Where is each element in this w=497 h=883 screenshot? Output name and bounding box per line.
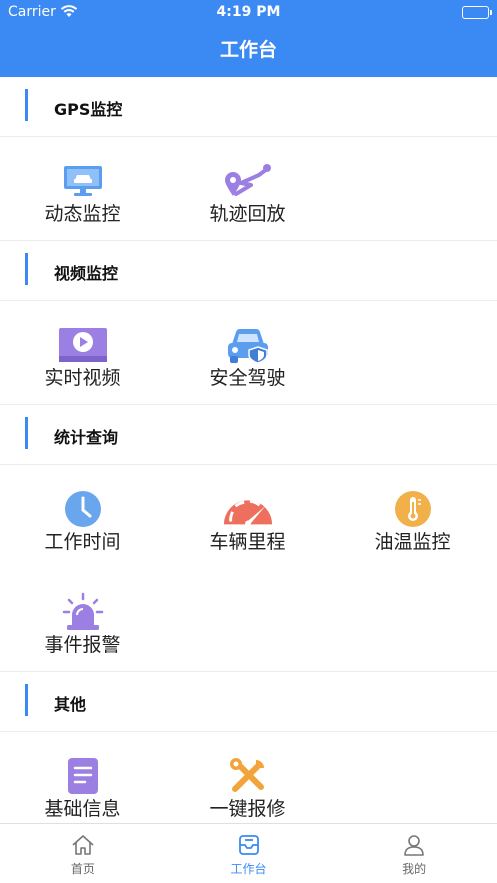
speedometer-icon [223, 489, 273, 529]
section-body-gps: 动态监控 轨迹回放 [0, 137, 497, 241]
tools-icon [223, 756, 273, 796]
section-title: 其他 [54, 695, 87, 714]
alarm-siren-icon [58, 592, 108, 632]
route-pin-icon [223, 161, 273, 201]
tile-oil-temperature[interactable]: 油温监控 [330, 465, 495, 568]
section-body-video: 实时视频 安全驾驶 [0, 301, 497, 405]
section-title: 视频监控 [54, 264, 119, 283]
tile-label: 动态监控 [44, 203, 121, 225]
section-accent-bar [25, 253, 28, 285]
document-icon [58, 756, 108, 796]
section-header-statistics: 统计查询 [0, 405, 497, 465]
tile-label: 油温监控 [374, 531, 451, 553]
monitor-car-icon [58, 161, 108, 201]
tab-label: 首页 [70, 862, 95, 876]
video-play-icon [58, 325, 108, 365]
tile-label: 一键报修 [209, 798, 286, 820]
tab-label: 我的 [402, 862, 427, 876]
section-body-statistics: 工作时间 车辆里程 油温监控 事件报警 [0, 465, 497, 672]
section-body-other: 基础信息 一键报修 [0, 732, 497, 823]
tile-basic-info[interactable]: 基础信息 [0, 732, 165, 823]
section-header-video: 视频监控 [0, 241, 497, 301]
tile-label: 基础信息 [44, 798, 121, 820]
tile-label: 实时视频 [44, 367, 121, 389]
tile-vehicle-mileage[interactable]: 车辆里程 [165, 465, 330, 568]
home-icon [71, 834, 95, 856]
tile-one-click-repair[interactable]: 一键报修 [165, 732, 330, 823]
battery-icon [462, 6, 492, 19]
section-header-other: 其他 [0, 672, 497, 732]
tab-bar: 首页 工作台 我的 [0, 823, 497, 883]
tile-label: 事件报警 [44, 634, 121, 656]
tile-event-alarm[interactable]: 事件报警 [0, 568, 165, 671]
clock-icon [58, 489, 108, 529]
workbench-icon [237, 834, 261, 856]
section-accent-bar [25, 89, 28, 121]
section-header-gps: GPS监控 [0, 77, 497, 137]
section-accent-bar [25, 417, 28, 449]
tile-work-time[interactable]: 工作时间 [0, 465, 165, 568]
tab-profile[interactable]: 我的 [331, 824, 497, 883]
tile-dynamic-monitoring[interactable]: 动态监控 [0, 137, 165, 240]
status-bar: Carrier 4:19 PM [0, 0, 497, 26]
tile-label: 轨迹回放 [209, 203, 286, 225]
tile-track-playback[interactable]: 轨迹回放 [165, 137, 330, 240]
section-title: 统计查询 [54, 428, 119, 447]
car-shield-icon [223, 325, 273, 365]
clock-time: 4:19 PM [216, 4, 281, 20]
section-title: GPS监控 [54, 100, 123, 119]
tile-label: 安全驾驶 [209, 367, 286, 389]
page-title: 工作台 [0, 26, 497, 77]
tab-home[interactable]: 首页 [0, 824, 166, 883]
tile-live-video[interactable]: 实时视频 [0, 301, 165, 404]
tile-safe-driving[interactable]: 安全驾驶 [165, 301, 330, 404]
section-accent-bar [25, 684, 28, 716]
user-icon [402, 834, 426, 856]
tile-label: 车辆里程 [209, 531, 286, 553]
tab-workbench[interactable]: 工作台 [166, 824, 332, 883]
tile-label: 工作时间 [44, 531, 121, 553]
workbench-content[interactable]: GPS监控 动态监控 轨迹回放 视频监控 实时视频 安全驾驶 统计查询 工作时间… [0, 77, 497, 823]
tab-label: 工作台 [230, 862, 267, 876]
thermometer-icon [388, 489, 438, 529]
